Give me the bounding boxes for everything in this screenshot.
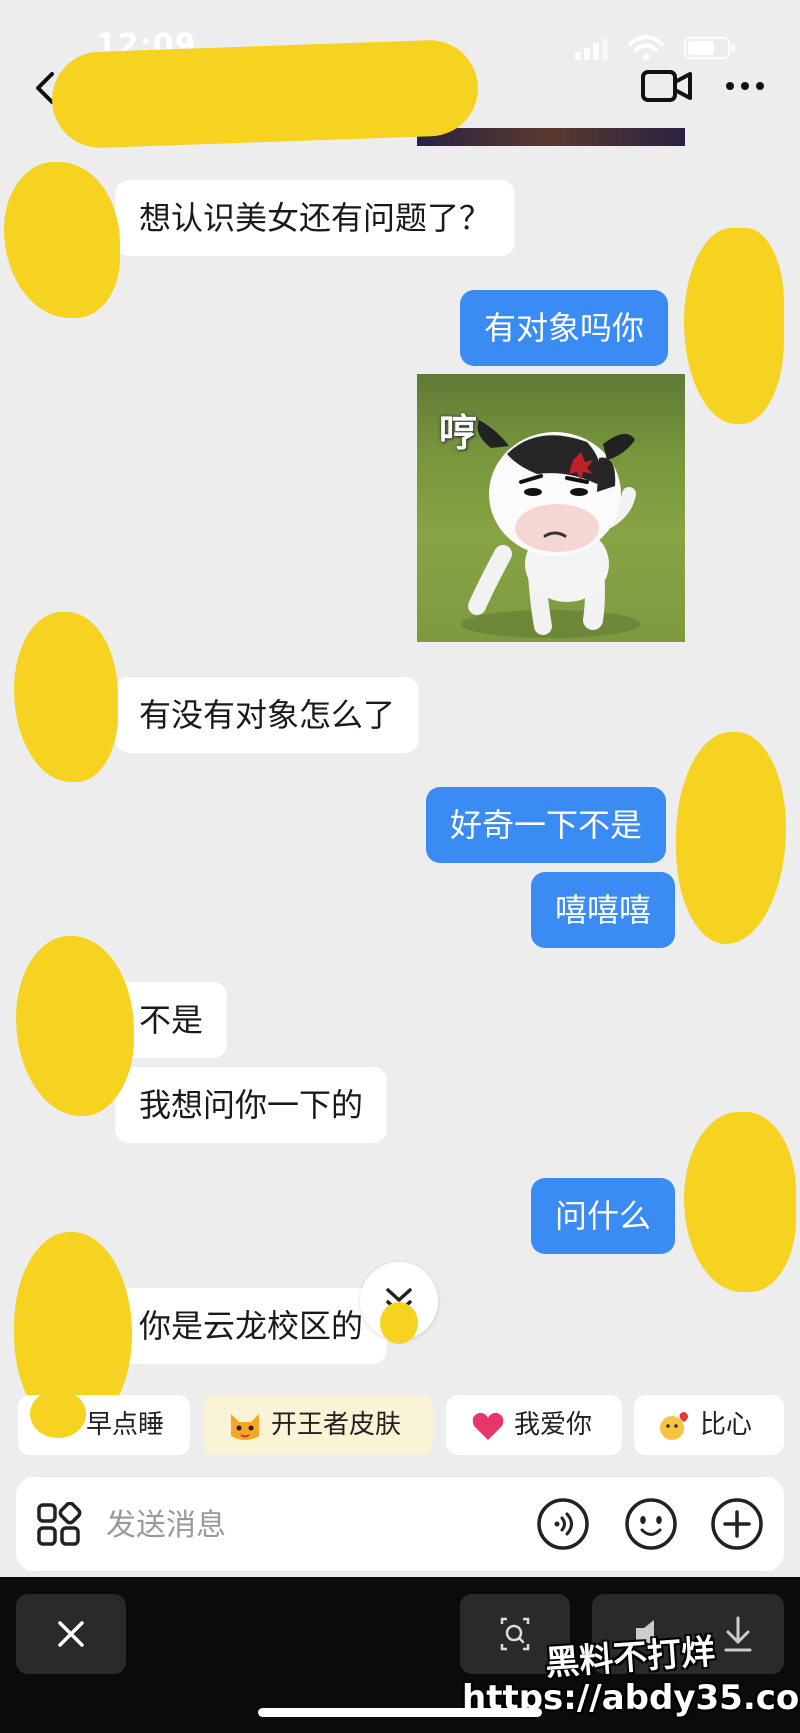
emoji-icon: [625, 1498, 677, 1550]
voice-icon: [537, 1498, 589, 1550]
message-bubble[interactable]: 嘻嘻嘻: [531, 872, 676, 948]
close-icon: [58, 1621, 84, 1647]
quick-reply-label: 早点睡: [86, 1410, 165, 1440]
previous-image-strip: [417, 128, 685, 146]
redaction-avatar: [684, 228, 784, 424]
cow-sticker-image: [461, 420, 641, 638]
apps-grid-button[interactable]: [36, 1501, 82, 1548]
redaction-text: [380, 1302, 418, 1344]
redaction-avatar: [16, 936, 134, 1116]
emoji-button[interactable]: [624, 1497, 678, 1551]
redaction-avatar: [30, 1390, 86, 1438]
wifi-icon: [628, 35, 664, 61]
heart-icon: [470, 1406, 506, 1442]
close-viewer-button[interactable]: [16, 1594, 126, 1674]
battery-icon: [684, 37, 735, 59]
message-bubble[interactable]: 我想问你一下的: [115, 1067, 388, 1143]
redaction-avatar: [684, 1112, 796, 1292]
more-options-button[interactable]: [720, 64, 770, 108]
quick-reply-label: 我爱你: [514, 1410, 593, 1440]
voice-button[interactable]: [536, 1497, 590, 1551]
plus-icon: [711, 1498, 763, 1550]
add-button[interactable]: [710, 1497, 764, 1551]
redaction-avatar: [4, 162, 120, 318]
message-bubble[interactable]: 好奇一下不是: [426, 787, 667, 863]
quick-reply-label: 比心: [700, 1410, 753, 1440]
quick-reply-label: 开王者皮肤: [271, 1410, 402, 1440]
finger-heart-icon: [656, 1406, 692, 1442]
quick-reply-chip[interactable]: 开王者皮肤: [203, 1395, 433, 1455]
redaction-avatar: [14, 612, 118, 782]
message-input-bar: [16, 1477, 784, 1571]
more-dots-icon: [726, 82, 764, 90]
message-bubble[interactable]: 你是云龙校区的: [115, 1288, 388, 1364]
signal-icon: [575, 38, 609, 60]
home-indicator: [258, 1708, 542, 1717]
redaction-avatar: [676, 732, 786, 944]
message-bubble[interactable]: 有没有对象怎么了: [115, 677, 420, 753]
download-icon: [724, 1616, 752, 1652]
quick-reply-chip[interactable]: 比心: [634, 1395, 784, 1455]
message-bubble[interactable]: 问什么: [531, 1178, 676, 1254]
cat-face-icon: [227, 1406, 263, 1442]
apps-grid-icon: [37, 1501, 82, 1546]
message-bubble[interactable]: 有对象吗你: [460, 290, 669, 366]
quick-reply-chip[interactable]: 我爱你: [446, 1395, 622, 1455]
video-camera-icon: [641, 70, 692, 102]
message-bubble[interactable]: 想认识美女还有问题了？: [115, 180, 516, 256]
redaction-title: [50, 38, 480, 150]
sticker-message[interactable]: 哼: [417, 374, 685, 642]
message-input[interactable]: [104, 1499, 528, 1551]
video-call-button[interactable]: [640, 64, 694, 108]
